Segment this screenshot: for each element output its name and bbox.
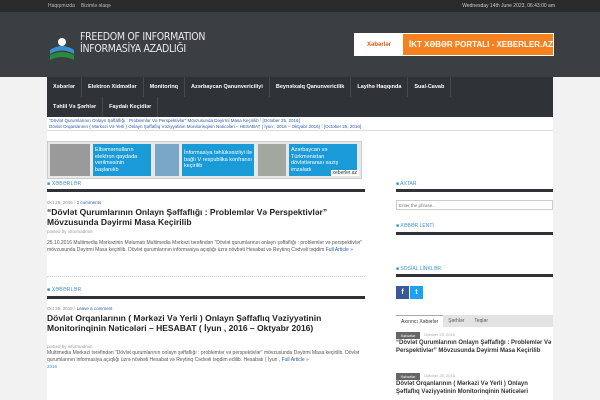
sidebar-tabs: Axırıncı Xəbərlər Şərhlər Teqlər [396, 315, 553, 327]
tab-latest-news[interactable]: Axırıncı Xəbərlər [396, 315, 444, 327]
news-section-label: XƏBƏRLƏR [47, 181, 81, 187]
nav-item-faq[interactable]: Sual-Cavab [408, 77, 452, 97]
logo-line-english: FREEDOM OF INFORMATION [80, 31, 206, 43]
sidebar-post-thumb[interactable]: Xəbərlər [396, 373, 420, 380]
post-excerpt: 25.10.2016 Multimedia Mərkəzinin Məlumat… [47, 240, 367, 253]
sidebar-separator [396, 274, 553, 277]
post-date: Oct 25, 2016 [47, 200, 73, 205]
top-link-about[interactable]: Haqqımızda [48, 3, 75, 9]
main-nav: Xəbərlər Elektron Xidmətlər Monitorinq A… [47, 77, 553, 117]
logo-line-azerbaijani: İNFORMASİYA AZADLIĞI [80, 43, 186, 55]
sidebar-post: Xəbərlər October 25, 2016 Dövlət Orqanla… [396, 373, 553, 400]
top-bar: Haqqımızda Bizimlə əlaqə Wednesday 14th … [0, 0, 600, 12]
post-excerpt-text: 25.10.2016 Multimedia Mərkəzinin Məlumat… [47, 240, 363, 253]
post-author: posted by informadmin [47, 229, 93, 234]
current-date: Wednesday 14th June 2023, 06:43:00 am [462, 3, 555, 9]
nav-item-about-project[interactable]: Layihə Haqqında [351, 77, 409, 97]
xeberler-banner[interactable]: Xəbərlər İKT XƏBƏR PORTALI - XEBERLER.AZ [354, 33, 554, 56]
tab-tags[interactable]: Teqlər [469, 315, 493, 327]
ad-text: İnformasiya təhlükəsizliyi ilə bağlı V r… [182, 144, 254, 176]
post-author: posted by informadmin [47, 344, 93, 349]
post-comments-link[interactable]: 2 comments [77, 200, 102, 205]
search-input[interactable] [396, 200, 553, 210]
ticker-item[interactable]: “Dövlət Qurumlarının Onlayn Şəffaflığı :… [49, 118, 300, 123]
ad-image [258, 144, 286, 176]
site-logo[interactable]: FREEDOM OF INFORMATION İNFORMASİYA AZADL… [47, 30, 206, 70]
section-separator [47, 189, 365, 192]
social-links-label: SOSİAL LİNKLƏR [396, 266, 441, 272]
sidebar-post-title[interactable]: “Dövlət Qurumlarının Onlayn Şəffaflığı :… [396, 340, 553, 355]
post-comments-link[interactable]: Leave a comment [77, 306, 113, 311]
ticker-item[interactable]: Dövlət Orqanlarının ( Mərkəzi Və Yerli )… [49, 124, 361, 129]
post-meta: Oct 25, 2016 ⁞ 2 comments [47, 200, 101, 205]
news-section-label: XƏBƏRLƏR [47, 287, 81, 293]
full-article-link[interactable]: Full Article » [282, 357, 309, 363]
post-divider [47, 276, 365, 277]
top-link-contact[interactable]: Bizimlə əlaqə [81, 3, 111, 9]
sidebar-post-date: October 25, 2016 [424, 332, 455, 337]
banner-text: İKT XƏBƏR PORTALI - XEBERLER.AZ [409, 40, 553, 49]
ad-text: Elbəmərnulların elektron qaydada verilmə… [93, 144, 151, 176]
nav-item-intl-legislation[interactable]: Beynəlxalq Qanunvericilik [270, 77, 352, 97]
nav-item-e-services[interactable]: Elektron Xidmətlər [82, 77, 144, 97]
sidebar-separator [396, 189, 553, 192]
post-meta: Oct 25, 2016 ⁞ Leave a comment [47, 306, 112, 311]
full-article-link[interactable]: Full Article » [326, 247, 353, 253]
news-feed-label: XƏBƏR LENTİ [396, 223, 433, 229]
nav-item-news[interactable]: Xəbərlər [47, 77, 83, 97]
logo-text: FREEDOM OF INFORMATION İNFORMASİYA AZADL… [80, 31, 206, 55]
post-date: Oct 25, 2016 [47, 306, 73, 311]
ad-image [50, 144, 90, 176]
year-label: 2016 [47, 364, 58, 369]
nav-row-2: Təhlil Və Şərhlər Faydalı Keçidlər [47, 97, 159, 117]
sidebar-post-date: October 25, 2016 [424, 373, 455, 378]
search-section-label: AXTAR [396, 181, 416, 187]
sidebar-separator [396, 232, 553, 235]
ad-cell: İnformasiya təhlükəsizliyi ilə bağlı V r… [153, 142, 256, 178]
section-separator [47, 296, 365, 299]
twitter-icon[interactable]: t [410, 286, 423, 299]
ad-image [155, 144, 179, 176]
post-excerpt-text: Multimedia Mərkəzi tərəfindən “Dövlət qu… [47, 350, 360, 363]
ad-banner[interactable]: Elbəmərnulların elektron qaydada verilmə… [47, 141, 362, 179]
post-title[interactable]: “Dövlət Qurumlarının Onlayn Şəffaflığı :… [47, 207, 367, 227]
site-header: FREEDOM OF INFORMATION İNFORMASİYA AZADL… [0, 12, 600, 77]
news-ticker: “Dövlət Qurumlarının Onlayn Şəffaflığı :… [47, 117, 553, 131]
post-excerpt: Multimedia Mərkəzi tərəfindən “Dövlət qu… [47, 350, 367, 363]
logo-figure-icon [50, 38, 74, 60]
post-title[interactable]: Dövlət Orqanlarının ( Mərkəzi Və Yerli )… [47, 313, 367, 333]
nav-item-useful-links[interactable]: Faydalı Keçidlər [103, 97, 159, 117]
banner-brand: Xəbərlər [355, 34, 403, 55]
facebook-icon[interactable]: f [396, 286, 409, 299]
sidebar-post-title[interactable]: Dövlət Orqanlarının ( Mərkəzi Və Yerli )… [396, 381, 553, 396]
nav-item-monitoring[interactable]: Monitorinq [144, 77, 186, 97]
ad-cell: Elbəmərnulların elektron qaydada verilmə… [48, 142, 153, 178]
nav-row-1: Xəbərlər Elektron Xidmətlər Monitorinq A… [47, 77, 452, 97]
nav-item-az-legislation[interactable]: Azərbaycan Qanunvericiliyi [185, 77, 270, 97]
sidebar-post: Xəbərlər October 25, 2016 “Dövlət Quruml… [396, 332, 553, 364]
sidebar-post-thumb[interactable]: Xəbərlər [396, 332, 420, 339]
nav-item-analysis[interactable]: Təhlil Və Şərhlər [47, 97, 104, 117]
top-links: Haqqımızda Bizimlə əlaqə [48, 0, 111, 12]
tab-comments[interactable]: Şərhlər [443, 315, 469, 327]
ad-brand: xeberler.az [330, 170, 359, 176]
